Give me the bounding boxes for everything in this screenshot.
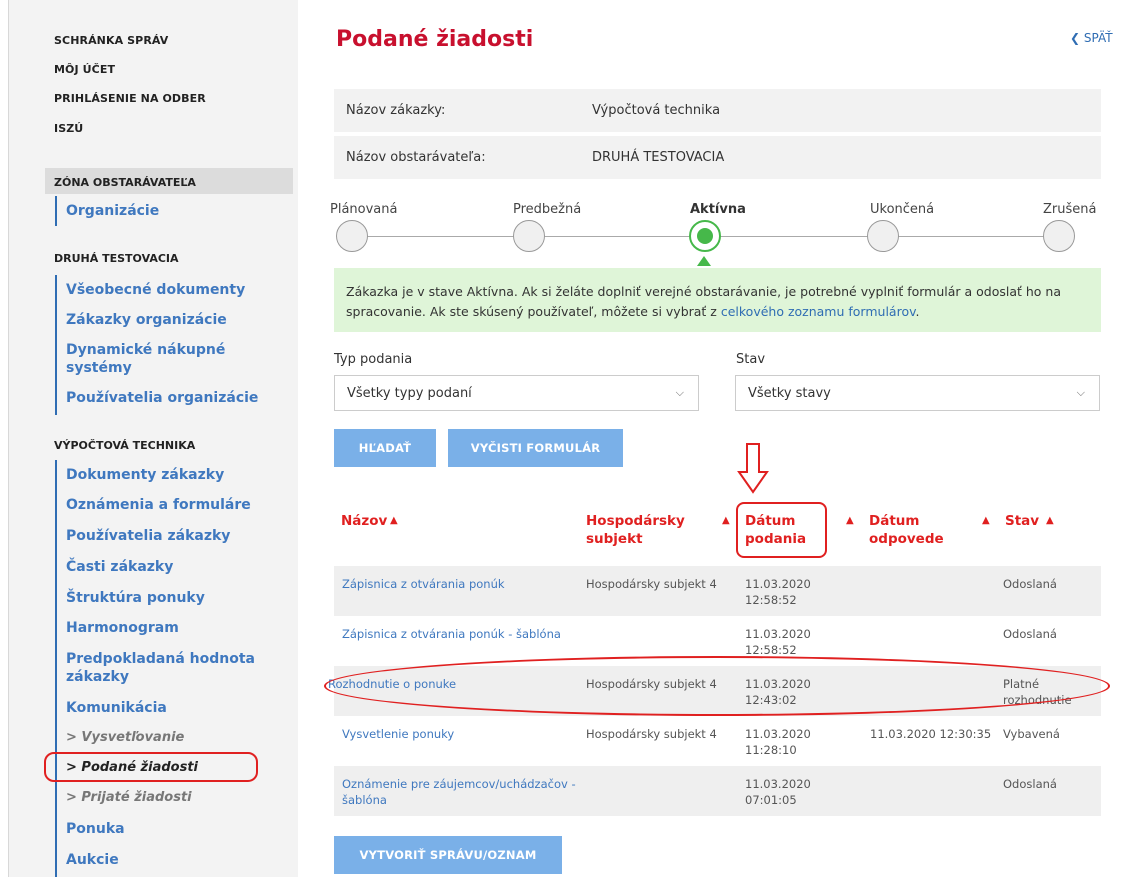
info-row-contract: Názov zákazky: Výpočtová technika bbox=[334, 89, 1101, 132]
sidebar-item-organizations[interactable]: Organizácie bbox=[66, 202, 281, 220]
column-header-subject[interactable]: Hospodársky subjekt bbox=[586, 512, 686, 548]
sidebar-item-offer[interactable]: Ponuka bbox=[66, 820, 281, 838]
sort-icon[interactable]: ▲︎ bbox=[846, 515, 854, 526]
sidebar-link-account[interactable]: MÔJ ÚČET bbox=[54, 63, 115, 76]
contract-name-value: Výpočtová technika bbox=[592, 103, 721, 118]
row-status: Odoslaná bbox=[1003, 777, 1057, 791]
row-subject: Hospodársky subjekt 4 bbox=[586, 727, 717, 741]
step-circle-preliminary bbox=[513, 220, 545, 252]
sidebar-item-contract-parts[interactable]: Časti zákazky bbox=[66, 558, 281, 576]
sidebar-item-offer-structure[interactable]: Štruktúra ponuky bbox=[66, 589, 281, 607]
step-label-preliminary: Predbežná bbox=[513, 202, 582, 217]
notice-text: Zákazka je v stave Aktívna. Ak si želáte… bbox=[346, 284, 1062, 319]
step-pointer-icon bbox=[697, 256, 711, 266]
sidebar-section-zone: ZÓNA OBSTARÁVATEĽA bbox=[54, 176, 196, 189]
row-status: Odoslaná bbox=[1003, 577, 1057, 591]
sidebar-item-general-docs[interactable]: Všeobecné dokumenty bbox=[66, 281, 281, 299]
sidebar: SCHRÁNKA SPRÁV MÔJ ÚČET PRIHLÁSENIE NA O… bbox=[8, 0, 298, 877]
type-select-value: Všetky typy podaní bbox=[347, 386, 472, 401]
row-name[interactable]: Vysvetlenie ponuky bbox=[342, 726, 582, 742]
row-submitted: 11.03.2020 12:58:52 bbox=[745, 577, 811, 607]
sort-icon[interactable]: ▲︎ bbox=[722, 515, 730, 526]
notice-end: . bbox=[915, 304, 920, 319]
column-header-status[interactable]: Stav bbox=[1005, 512, 1039, 530]
chevron-left-icon: ❮ bbox=[1070, 31, 1081, 45]
sidebar-item-org-contracts[interactable]: Zákazky organizácie bbox=[66, 311, 281, 329]
sidebar-link-iszu[interactable]: ISZÚ bbox=[54, 122, 83, 135]
row-status: Odoslaná bbox=[1003, 627, 1057, 641]
annotation-highlight-column bbox=[736, 502, 827, 558]
status-filter-label: Stav bbox=[736, 352, 766, 367]
sidebar-item-contract-docs[interactable]: Dokumenty zákazky bbox=[66, 466, 281, 484]
column-header-answered[interactable]: Dátum odpovede bbox=[869, 512, 949, 548]
step-label-cancelled: Zrušená bbox=[1043, 202, 1097, 217]
step-circle-active bbox=[689, 220, 721, 252]
row-submitted: 11.03.2020 07:01:05 bbox=[745, 777, 811, 807]
annotation-arrow-icon bbox=[737, 443, 769, 494]
type-select[interactable]: Všetky typy podaní ⌵ bbox=[334, 375, 699, 411]
sidebar-group-bar bbox=[55, 196, 57, 226]
table-row[interactable]: Vysvetlenie ponuky Hospodársky subjekt 4… bbox=[334, 716, 1101, 766]
chevron-down-icon: ⌵ bbox=[1076, 386, 1085, 399]
sidebar-group-bar bbox=[55, 460, 57, 877]
sidebar-item-auctions[interactable]: Aukcie bbox=[66, 851, 281, 869]
sidebar-group-bar bbox=[55, 275, 57, 415]
annotation-highlight-sidebar bbox=[44, 752, 258, 782]
sidebar-link-inbox[interactable]: SCHRÁNKA SPRÁV bbox=[54, 34, 168, 47]
row-name[interactable]: Zápisnica z otvárania ponúk bbox=[342, 576, 582, 592]
step-circle-planned bbox=[336, 220, 368, 252]
sidebar-item-contract-users[interactable]: Používatelia zákazky bbox=[66, 527, 281, 545]
sort-icon[interactable]: ▲︎ bbox=[390, 515, 398, 526]
status-notice: Zákazka je v stave Aktívna. Ak si želáte… bbox=[334, 268, 1101, 332]
step-label-active: Aktívna bbox=[690, 202, 746, 217]
sidebar-item-schedule[interactable]: Harmonogram bbox=[66, 619, 281, 637]
table-row[interactable]: Zápisnica z otvárania ponúk Hospodársky … bbox=[334, 566, 1101, 616]
page-title: Podané žiadosti bbox=[336, 27, 534, 52]
sidebar-item-communication[interactable]: Komunikácia bbox=[66, 699, 281, 717]
create-message-button[interactable]: VYTVORIŤ SPRÁVU/OZNAM bbox=[334, 836, 562, 874]
table-row[interactable]: Oznámenie pre záujemcov/uchádzačov - šab… bbox=[334, 766, 1101, 816]
info-row-buyer: Názov obstarávateľa: DRUHÁ TESTOVACIA bbox=[334, 136, 1101, 179]
step-circle-cancelled bbox=[1043, 220, 1075, 252]
row-submitted: 11.03.2020 12:58:52 bbox=[745, 627, 811, 657]
sidebar-subitem-clarification[interactable]: > Vysvetľovanie bbox=[66, 730, 184, 745]
sidebar-section-contract: VÝPOČTOVÁ TECHNIKA bbox=[54, 439, 196, 452]
step-label-finished: Ukončená bbox=[870, 202, 935, 217]
type-filter-label: Typ podania bbox=[334, 352, 413, 367]
status-select[interactable]: Všetky stavy ⌵ bbox=[735, 375, 1100, 411]
search-button[interactable]: HĽADAŤ bbox=[334, 429, 436, 467]
row-subject: Hospodársky subjekt 4 bbox=[586, 577, 717, 591]
column-header-name[interactable]: Názov bbox=[341, 512, 387, 530]
sidebar-subitem-received-requests[interactable]: > Prijaté žiadosti bbox=[66, 790, 192, 805]
sort-icon[interactable]: ▲︎ bbox=[1046, 515, 1054, 526]
status-select-value: Všetky stavy bbox=[748, 386, 831, 401]
sidebar-item-dynamic-systems[interactable]: Dynamické nákupné systémy bbox=[66, 341, 281, 377]
row-name[interactable]: Zápisnica z otvárania ponúk - šablóna bbox=[342, 626, 582, 642]
row-name[interactable]: Oznámenie pre záujemcov/uchádzačov - šab… bbox=[342, 776, 582, 808]
chevron-down-icon: ⌵ bbox=[675, 386, 684, 399]
forms-list-link[interactable]: celkového zoznamu formulárov bbox=[721, 304, 916, 319]
buyer-name-label: Názov obstarávateľa: bbox=[346, 150, 486, 165]
back-link-label: SPÄŤ bbox=[1083, 31, 1113, 45]
contract-name-label: Názov zákazky: bbox=[346, 103, 446, 118]
sidebar-item-estimated-value[interactable]: Predpokladaná hodnota zákazky bbox=[66, 650, 281, 686]
row-answered: 11.03.2020 12:30:35 bbox=[870, 727, 992, 741]
row-submitted: 11.03.2020 11:28:10 bbox=[745, 727, 811, 757]
step-label-planned: Plánovaná bbox=[330, 202, 398, 217]
annotation-highlight-row bbox=[324, 656, 1110, 716]
clear-form-button[interactable]: VYČISTI FORMULÁR bbox=[448, 429, 623, 467]
sidebar-link-subscription[interactable]: PRIHLÁSENIE NA ODBER bbox=[54, 92, 206, 105]
sort-icon[interactable]: ▲︎ bbox=[982, 515, 990, 526]
step-circle-finished bbox=[867, 220, 899, 252]
back-link[interactable]: ❮ SPÄŤ bbox=[1070, 31, 1113, 45]
sidebar-item-org-users[interactable]: Používatelia organizácie bbox=[66, 389, 281, 407]
sidebar-section-org: DRUHÁ TESTOVACIA bbox=[54, 252, 179, 265]
sidebar-item-notices-forms[interactable]: Oznámenia a formuláre bbox=[66, 496, 281, 514]
buyer-name-value: DRUHÁ TESTOVACIA bbox=[592, 150, 725, 165]
row-status: Vybavená bbox=[1003, 727, 1060, 741]
